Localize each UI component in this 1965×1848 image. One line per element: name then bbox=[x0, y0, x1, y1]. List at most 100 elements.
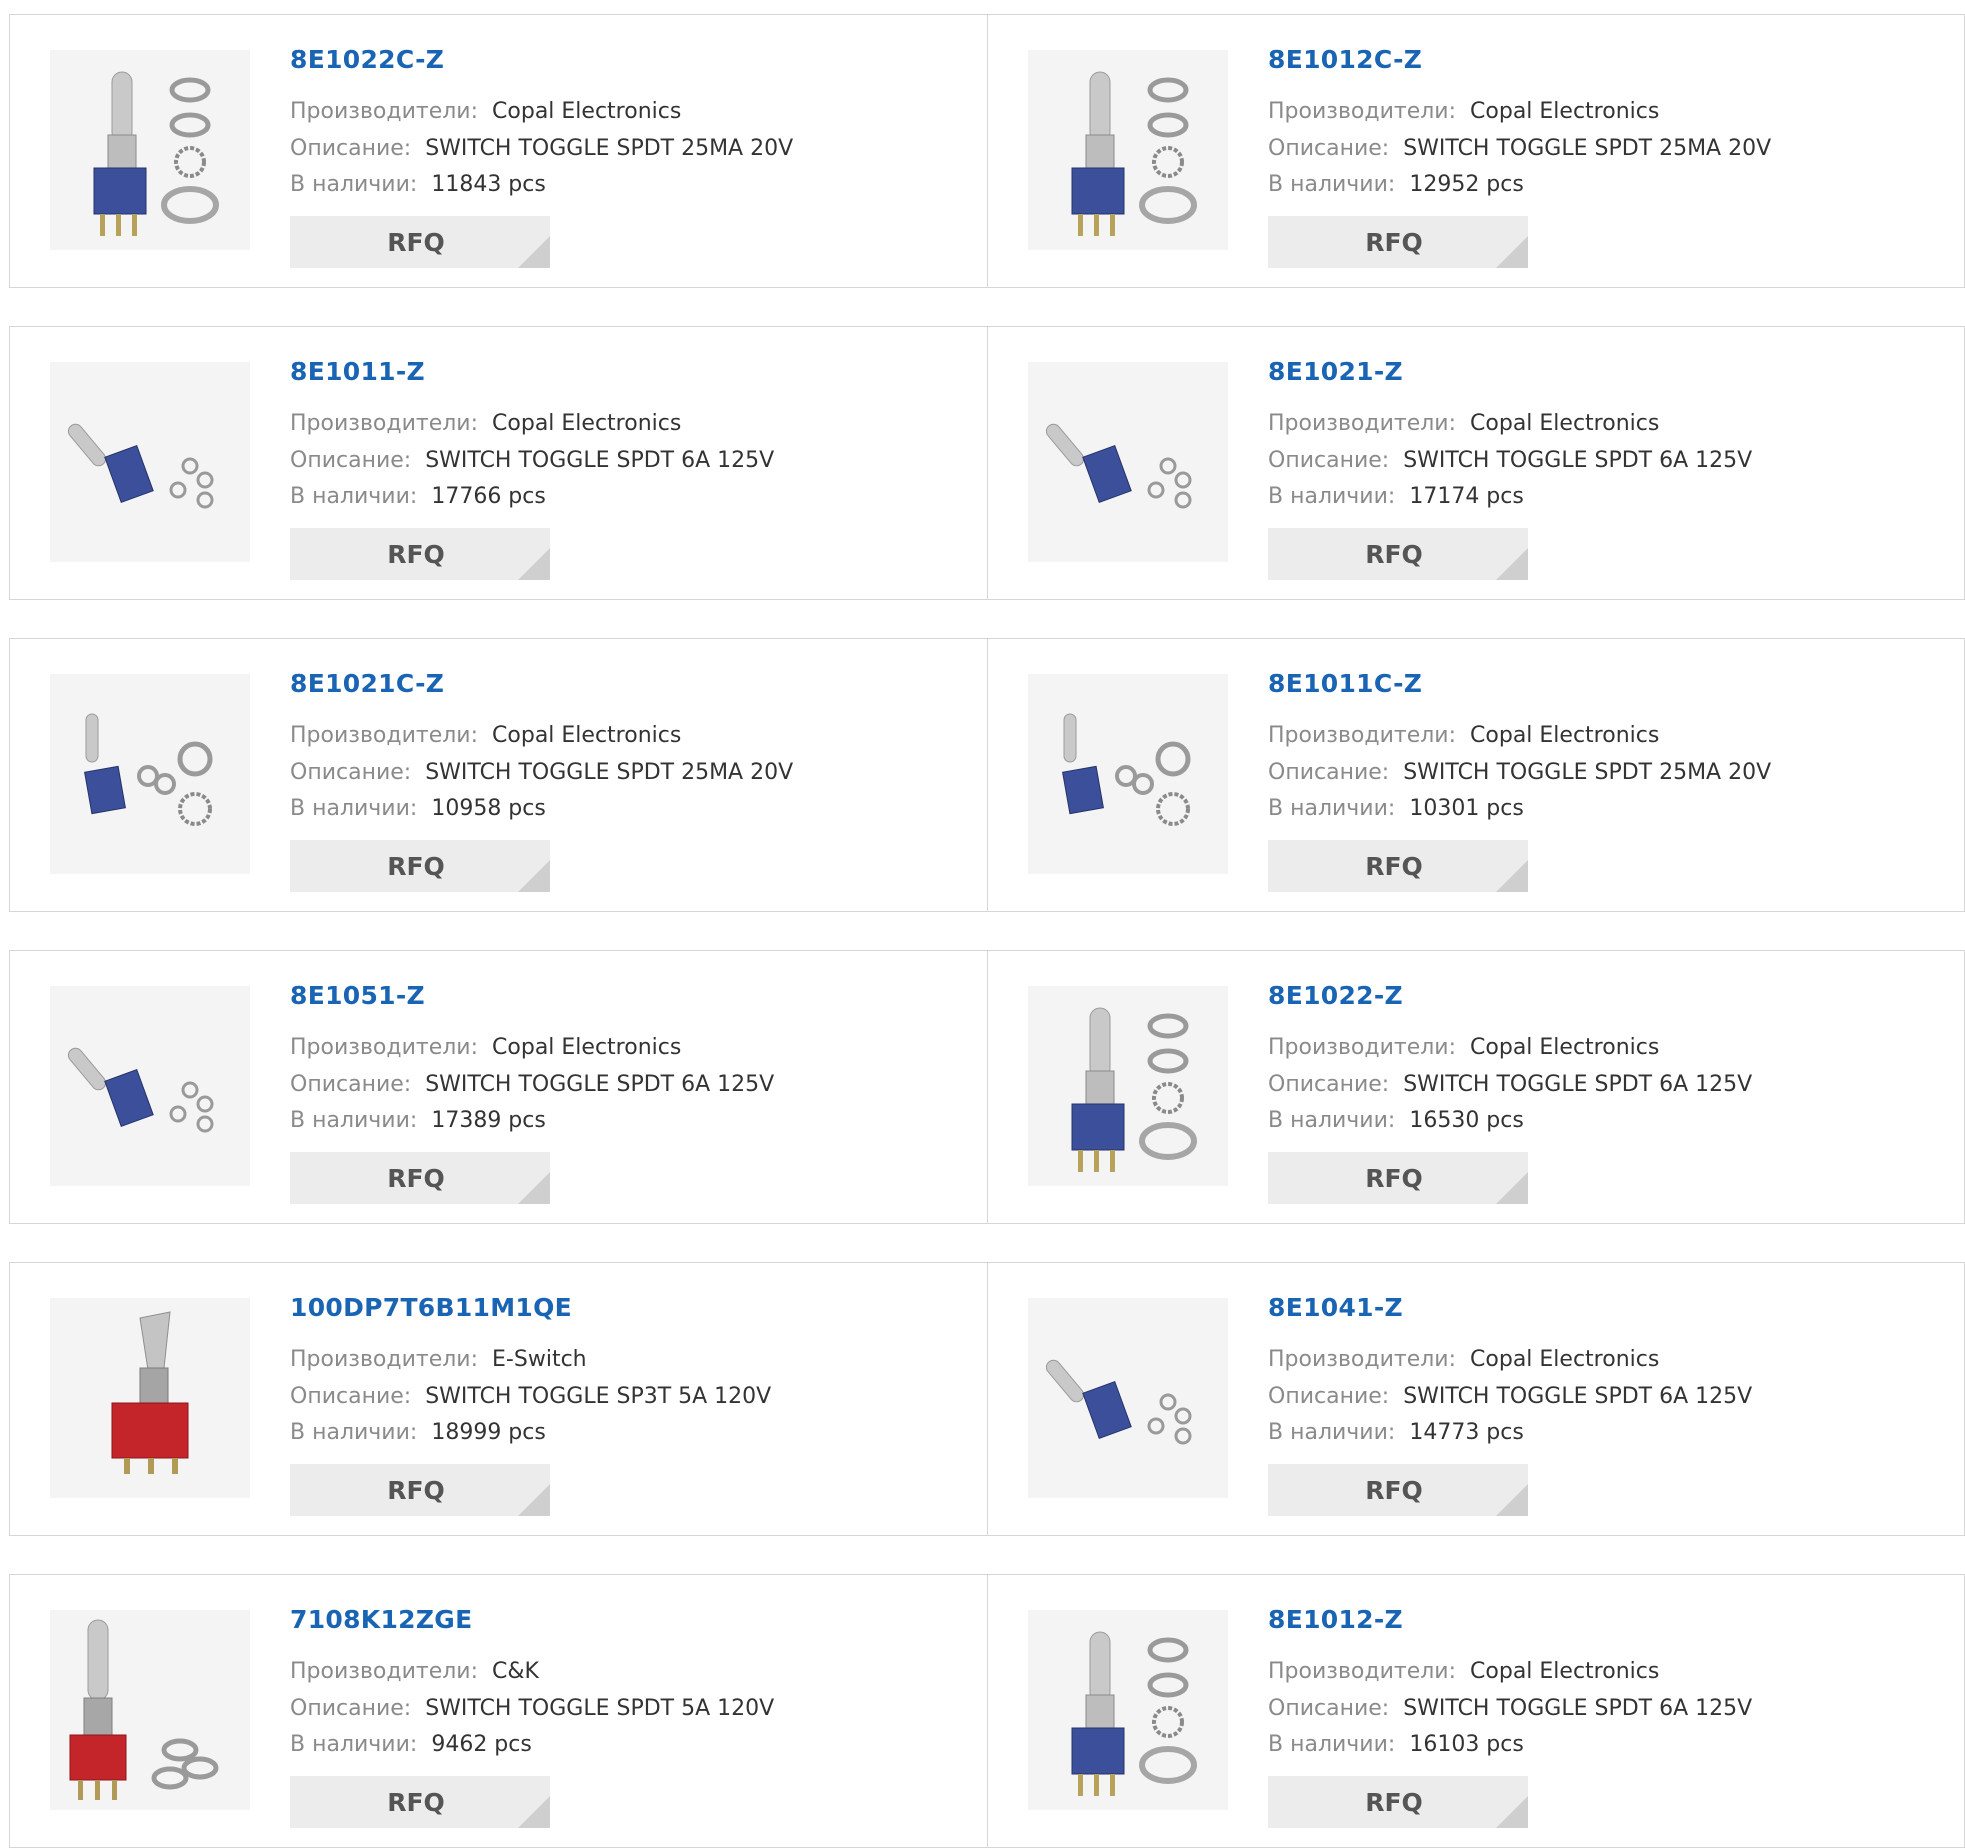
part-number-link[interactable]: 8E1051-Z bbox=[290, 981, 425, 1010]
rfq-button[interactable]: RFQ bbox=[1268, 840, 1528, 892]
part-number-link[interactable]: 8E1012-Z bbox=[1268, 1605, 1403, 1634]
manufacturer-value: Copal Electronics bbox=[492, 1035, 682, 1060]
manufacturer-row: Производители: E-Switch bbox=[290, 1347, 587, 1373]
rfq-button[interactable]: RFQ bbox=[290, 528, 550, 580]
rfq-button[interactable]: RFQ bbox=[1268, 528, 1528, 580]
description-label: Описание: bbox=[1268, 1072, 1390, 1097]
product-card: 100DP7T6B11M1QE Производители: E-Switch О… bbox=[10, 1263, 987, 1535]
stock-value: 16103 pcs bbox=[1409, 1732, 1524, 1757]
blue-switch-small-icon bbox=[1062, 713, 1191, 826]
description-row: Описание: SWITCH TOGGLE SPDT 6A 125V bbox=[290, 448, 774, 474]
description-label: Описание: bbox=[1268, 760, 1390, 785]
manufacturer-row: Производители: Copal Electronics bbox=[1268, 1035, 1659, 1061]
stock-value: 11843 pcs bbox=[431, 172, 546, 197]
product-image[interactable] bbox=[1028, 986, 1228, 1186]
rfq-label: RFQ bbox=[387, 851, 445, 881]
rfq-button[interactable]: RFQ bbox=[1268, 1776, 1528, 1828]
description-value: SWITCH TOGGLE SPDT 6A 125V bbox=[425, 1072, 775, 1097]
product-card: 8E1041-Z Производители: Copal Electronics… bbox=[988, 1263, 1965, 1535]
description-row: Описание: SWITCH TOGGLE SPDT 6A 125V bbox=[1268, 1696, 1752, 1722]
blue-switch-upright-icon bbox=[1071, 1007, 1197, 1172]
product-image[interactable] bbox=[50, 986, 250, 1186]
description-label: Описание: bbox=[290, 760, 412, 785]
part-number-link[interactable]: 8E1041-Z bbox=[1268, 1293, 1403, 1322]
manufacturer-row: Производители: Copal Electronics bbox=[1268, 99, 1659, 125]
manufacturer-label: Производители: bbox=[1268, 1347, 1457, 1372]
manufacturer-value: Copal Electronics bbox=[1470, 1347, 1660, 1372]
corner-triangle-icon bbox=[1496, 1172, 1528, 1204]
rfq-button[interactable]: RFQ bbox=[290, 1464, 550, 1516]
corner-triangle-icon bbox=[518, 548, 550, 580]
product-image[interactable] bbox=[1028, 362, 1228, 562]
manufacturer-label: Производители: bbox=[290, 1035, 479, 1060]
stock-label: В наличии: bbox=[1268, 1108, 1396, 1133]
product-card: 8E1022C-Z Производители: Copal Electronic… bbox=[10, 15, 987, 287]
description-value: SWITCH TOGGLE SPDT 25MA 20V bbox=[425, 760, 794, 785]
product-image[interactable] bbox=[1028, 1298, 1228, 1498]
stock-row: В наличии: 17389 pcs bbox=[290, 1108, 546, 1134]
description-label: Описание: bbox=[290, 448, 412, 473]
manufacturer-label: Производители: bbox=[290, 1659, 479, 1684]
product-row: 8E1051-Z Производители: Copal Electronics… bbox=[9, 950, 1965, 1224]
product-image[interactable] bbox=[1028, 1610, 1228, 1810]
part-number-link[interactable]: 8E1022C-Z bbox=[290, 45, 444, 74]
blue-switch-tilted-icon bbox=[1045, 423, 1192, 509]
manufacturer-label: Производители: bbox=[1268, 1659, 1457, 1684]
description-row: Описание: SWITCH TOGGLE SPDT 6A 125V bbox=[1268, 1072, 1752, 1098]
part-number-link[interactable]: 8E1011-Z bbox=[290, 357, 425, 386]
description-row: Описание: SWITCH TOGGLE SPDT 25MA 20V bbox=[1268, 760, 1771, 786]
product-image[interactable] bbox=[50, 362, 250, 562]
manufacturer-value: Copal Electronics bbox=[492, 723, 682, 748]
red-switch-upright-icon bbox=[69, 1619, 219, 1800]
description-value: SWITCH TOGGLE SPDT 25MA 20V bbox=[1403, 760, 1772, 785]
product-image[interactable] bbox=[50, 50, 250, 250]
stock-value: 14773 pcs bbox=[1409, 1420, 1524, 1445]
part-number-link[interactable]: 7108K12ZGE bbox=[290, 1605, 472, 1634]
stock-row: В наличии: 10958 pcs bbox=[290, 796, 546, 822]
description-value: SWITCH TOGGLE SPDT 6A 125V bbox=[1403, 1072, 1753, 1097]
manufacturer-value: Copal Electronics bbox=[1470, 1035, 1660, 1060]
rfq-button[interactable]: RFQ bbox=[290, 1152, 550, 1204]
rfq-button[interactable]: RFQ bbox=[290, 840, 550, 892]
stock-row: В наличии: 16103 pcs bbox=[1268, 1732, 1524, 1758]
corner-triangle-icon bbox=[518, 1172, 550, 1204]
part-number-link[interactable]: 8E1021C-Z bbox=[290, 669, 444, 698]
description-value: SWITCH TOGGLE SPDT 6A 125V bbox=[1403, 1384, 1753, 1409]
part-number-link[interactable]: 100DP7T6B11M1QE bbox=[290, 1293, 572, 1322]
description-row: Описание: SWITCH TOGGLE SPDT 5A 120V bbox=[290, 1696, 774, 1722]
product-image[interactable] bbox=[1028, 50, 1228, 250]
manufacturer-value: Copal Electronics bbox=[1470, 411, 1660, 436]
rfq-button[interactable]: RFQ bbox=[1268, 216, 1528, 268]
rfq-button[interactable]: RFQ bbox=[1268, 1152, 1528, 1204]
description-label: Описание: bbox=[1268, 1384, 1390, 1409]
manufacturer-label: Производители: bbox=[1268, 723, 1457, 748]
rfq-label: RFQ bbox=[1365, 539, 1423, 569]
manufacturer-label: Производители: bbox=[290, 411, 479, 436]
manufacturer-label: Производители: bbox=[290, 1347, 479, 1372]
manufacturer-label: Производители: bbox=[1268, 99, 1457, 124]
rfq-label: RFQ bbox=[387, 539, 445, 569]
product-row: 8E1022C-Z Производители: Copal Electronic… bbox=[9, 14, 1965, 288]
rfq-label: RFQ bbox=[387, 1475, 445, 1505]
stock-value: 17389 pcs bbox=[431, 1108, 546, 1133]
product-image[interactable] bbox=[50, 674, 250, 874]
part-number-link[interactable]: 8E1022-Z bbox=[1268, 981, 1403, 1010]
rfq-button[interactable]: RFQ bbox=[290, 216, 550, 268]
part-number-link[interactable]: 8E1021-Z bbox=[1268, 357, 1403, 386]
manufacturer-value: Copal Electronics bbox=[1470, 723, 1660, 748]
corner-triangle-icon bbox=[518, 1484, 550, 1516]
manufacturer-value: Copal Electronics bbox=[1470, 99, 1660, 124]
description-value: SWITCH TOGGLE SP3T 5A 120V bbox=[425, 1384, 772, 1409]
product-image[interactable] bbox=[50, 1610, 250, 1810]
rfq-button[interactable]: RFQ bbox=[1268, 1464, 1528, 1516]
part-number-link[interactable]: 8E1012C-Z bbox=[1268, 45, 1422, 74]
stock-label: В наличии: bbox=[1268, 1420, 1396, 1445]
manufacturer-value: Copal Electronics bbox=[492, 411, 682, 436]
rfq-button[interactable]: RFQ bbox=[290, 1776, 550, 1828]
product-image[interactable] bbox=[1028, 674, 1228, 874]
part-number-link[interactable]: 8E1011C-Z bbox=[1268, 669, 1422, 698]
product-image[interactable] bbox=[50, 1298, 250, 1498]
stock-row: В наличии: 16530 pcs bbox=[1268, 1108, 1524, 1134]
manufacturer-row: Производители: Copal Electronics bbox=[1268, 723, 1659, 749]
description-row: Описание: SWITCH TOGGLE SPDT 25MA 20V bbox=[1268, 136, 1771, 162]
